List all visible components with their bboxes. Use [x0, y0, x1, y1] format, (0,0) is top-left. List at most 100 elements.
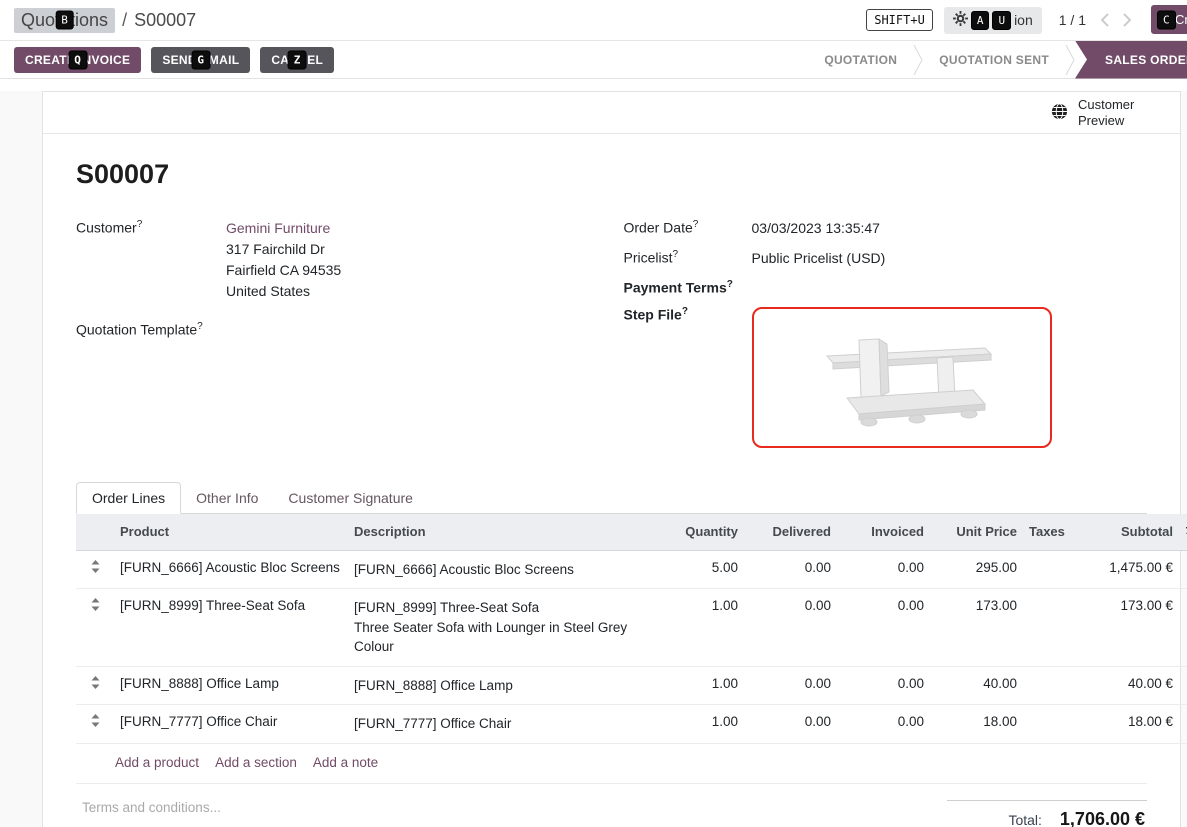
stage-separator-icon — [1065, 43, 1075, 77]
help-icon: ? — [682, 306, 688, 317]
cell-description[interactable]: [FURN_6666] Acoustic Bloc Screens — [348, 550, 651, 589]
total-block: Total: 1,706.00 € — [947, 800, 1147, 827]
cell-quantity[interactable]: 1.00 — [651, 589, 744, 667]
help-icon: ? — [673, 249, 679, 260]
cell-subtotal: 40.00 € — [1071, 666, 1179, 705]
total-label: Total: — [1008, 812, 1041, 827]
add-a-note-link[interactable]: Add a note — [313, 755, 378, 770]
column-header-subtotal: Subtotal — [1071, 514, 1179, 551]
field-payment-terms: Payment Terms? — [624, 278, 1148, 296]
cell-product[interactable]: [FURN_6666] Acoustic Bloc Screens — [114, 550, 348, 589]
cell-description[interactable]: [FURN_8888] Office Lamp — [348, 666, 651, 705]
step-file-image[interactable] — [752, 307, 1052, 448]
cell-quantity[interactable]: 1.00 — [651, 666, 744, 705]
cell-description[interactable]: [FURN_7777] Office Chair — [348, 705, 651, 744]
notebook-tabs: Order Lines Other Info Customer Signatur… — [76, 482, 1147, 514]
address-line: Fairfield CA 94535 — [226, 260, 600, 281]
control-panel-row: CREATE INVOICE Q SEND EMAIL G CANCEL Z Q… — [0, 41, 1187, 79]
cell-delivered[interactable]: 0.00 — [744, 666, 837, 705]
column-header-unit-price: Unit Price — [930, 514, 1023, 551]
cell-delivered[interactable]: 0.00 — [744, 705, 837, 744]
cell-unit-price[interactable]: 40.00 — [930, 666, 1023, 705]
cell-product[interactable]: [FURN_8999] Three-Seat Sofa — [114, 589, 348, 667]
create-invoice-button[interactable]: CREATE INVOICE Q — [14, 47, 141, 73]
add-a-section-link[interactable]: Add a section — [215, 755, 297, 770]
cell-invoiced[interactable]: 0.00 — [837, 589, 930, 667]
table-row[interactable]: [FURN_6666] Acoustic Bloc Screens [FURN_… — [76, 550, 1187, 589]
pricelist-field-value[interactable]: Public Pricelist (USD) — [752, 248, 1148, 269]
shortcut-badge-breadcrumb: B — [55, 11, 74, 30]
payment-terms-field-label: Payment Terms? — [624, 278, 752, 296]
cell-taxes[interactable] — [1023, 705, 1071, 744]
field-step-file: Step File? — [624, 305, 1148, 448]
pager-counter: 1 / 1 — [1059, 12, 1086, 28]
shortcut-badge-cancel: Z — [288, 50, 307, 69]
tab-customer-signature[interactable]: Customer Signature — [273, 483, 428, 513]
table-row[interactable]: [FURN_7777] Office Chair [FURN_7777] Off… — [76, 705, 1187, 744]
order-date-field-label: Order Date? — [624, 218, 752, 239]
table-row[interactable]: [FURN_8999] Three-Seat Sofa [FURN_8999] … — [76, 589, 1187, 667]
drag-handle-icon[interactable] — [91, 715, 100, 730]
payment-terms-field-value[interactable] — [752, 278, 1148, 296]
action-menu-button[interactable]: A U ion — [944, 7, 1042, 34]
list-add-links: Add a product Add a section Add a note — [76, 744, 1147, 784]
tab-order-lines[interactable]: Order Lines — [76, 482, 181, 514]
stage-separator-icon — [913, 43, 923, 77]
breadcrumb-quotations[interactable]: Quotations B — [14, 8, 115, 33]
optional-columns-header — [1179, 514, 1187, 551]
quotation-template-field-value[interactable] — [226, 320, 600, 338]
create-button-label: Create — [1175, 12, 1187, 27]
cell-unit-price[interactable]: 173.00 — [930, 589, 1023, 667]
cell-quantity[interactable]: 5.00 — [651, 550, 744, 589]
address-line: 317 Fairchild Dr — [226, 239, 600, 260]
shortcut-badge-send-email: G — [191, 50, 210, 69]
send-email-button[interactable]: SEND EMAIL G — [151, 47, 250, 73]
field-group-right: Order Date? 03/03/2023 13:35:47 Pricelis… — [624, 218, 1148, 448]
cell-delivered[interactable]: 0.00 — [744, 550, 837, 589]
customer-link[interactable]: Gemini Furniture — [226, 220, 330, 236]
action-buttons: CREATE INVOICE Q SEND EMAIL G CANCEL Z — [14, 47, 334, 73]
cell-description[interactable]: [FURN_8999] Three-Seat Sofa Three Seater… — [348, 589, 651, 667]
drag-handle-icon[interactable] — [91, 599, 100, 614]
drag-handle-icon[interactable] — [91, 677, 100, 692]
help-icon: ? — [137, 219, 143, 230]
handle-column-header — [76, 514, 114, 551]
column-header-taxes: Taxes — [1023, 514, 1071, 551]
cell-product[interactable]: [FURN_7777] Office Chair — [114, 705, 348, 744]
cell-invoiced[interactable]: 0.00 — [837, 550, 930, 589]
gear-icon — [953, 11, 968, 29]
total-value: 1,706.00 € — [1060, 809, 1145, 827]
cell-invoiced[interactable]: 0.00 — [837, 705, 930, 744]
table-row[interactable]: [FURN_8888] Office Lamp [FURN_8888] Offi… — [76, 666, 1187, 705]
stage-sales-order[interactable]: SALES ORDER — [1075, 41, 1187, 79]
shortcut-badge-action-a: A — [971, 11, 990, 30]
tab-other-info[interactable]: Other Info — [181, 483, 273, 513]
cell-unit-price[interactable]: 18.00 — [930, 705, 1023, 744]
cell-invoiced[interactable]: 0.00 — [837, 666, 930, 705]
cell-quantity[interactable]: 1.00 — [651, 705, 744, 744]
cell-taxes[interactable] — [1023, 550, 1071, 589]
add-a-product-link[interactable]: Add a product — [115, 755, 199, 770]
cell-product[interactable]: [FURN_8888] Office Lamp — [114, 666, 348, 705]
help-icon: ? — [727, 279, 733, 290]
stage-quotation-sent[interactable]: QUOTATION SENT — [923, 41, 1065, 78]
terms-and-conditions-placeholder[interactable]: Terms and conditions... — [82, 800, 221, 815]
create-button[interactable]: C Create — [1151, 5, 1187, 34]
cancel-button[interactable]: CANCEL Z — [260, 47, 334, 73]
sheet-footer: Terms and conditions... Total: 1,706.00 … — [76, 800, 1147, 827]
cell-taxes[interactable] — [1023, 589, 1071, 667]
breadcrumb-separator: / — [122, 10, 127, 31]
order-date-field-value[interactable]: 03/03/2023 13:35:47 — [752, 218, 1148, 239]
breadcrumb-current: S00007 — [134, 10, 196, 31]
cell-delivered[interactable]: 0.00 — [744, 589, 837, 667]
cell-subtotal: 1,475.00 € — [1071, 550, 1179, 589]
customer-preview-link[interactable]: Customer Preview — [1078, 97, 1144, 128]
shortcut-badge-create: C — [1157, 10, 1176, 29]
form-sheet: Customer Preview S00007 Customer? Gemini… — [42, 91, 1181, 827]
drag-handle-icon[interactable] — [91, 561, 100, 576]
stage-quotation[interactable]: QUOTATION — [808, 41, 913, 78]
pager-previous-button[interactable] — [1101, 13, 1109, 27]
cell-taxes[interactable] — [1023, 666, 1071, 705]
cell-unit-price[interactable]: 295.00 — [930, 550, 1023, 589]
pager-next-button[interactable] — [1123, 13, 1131, 27]
